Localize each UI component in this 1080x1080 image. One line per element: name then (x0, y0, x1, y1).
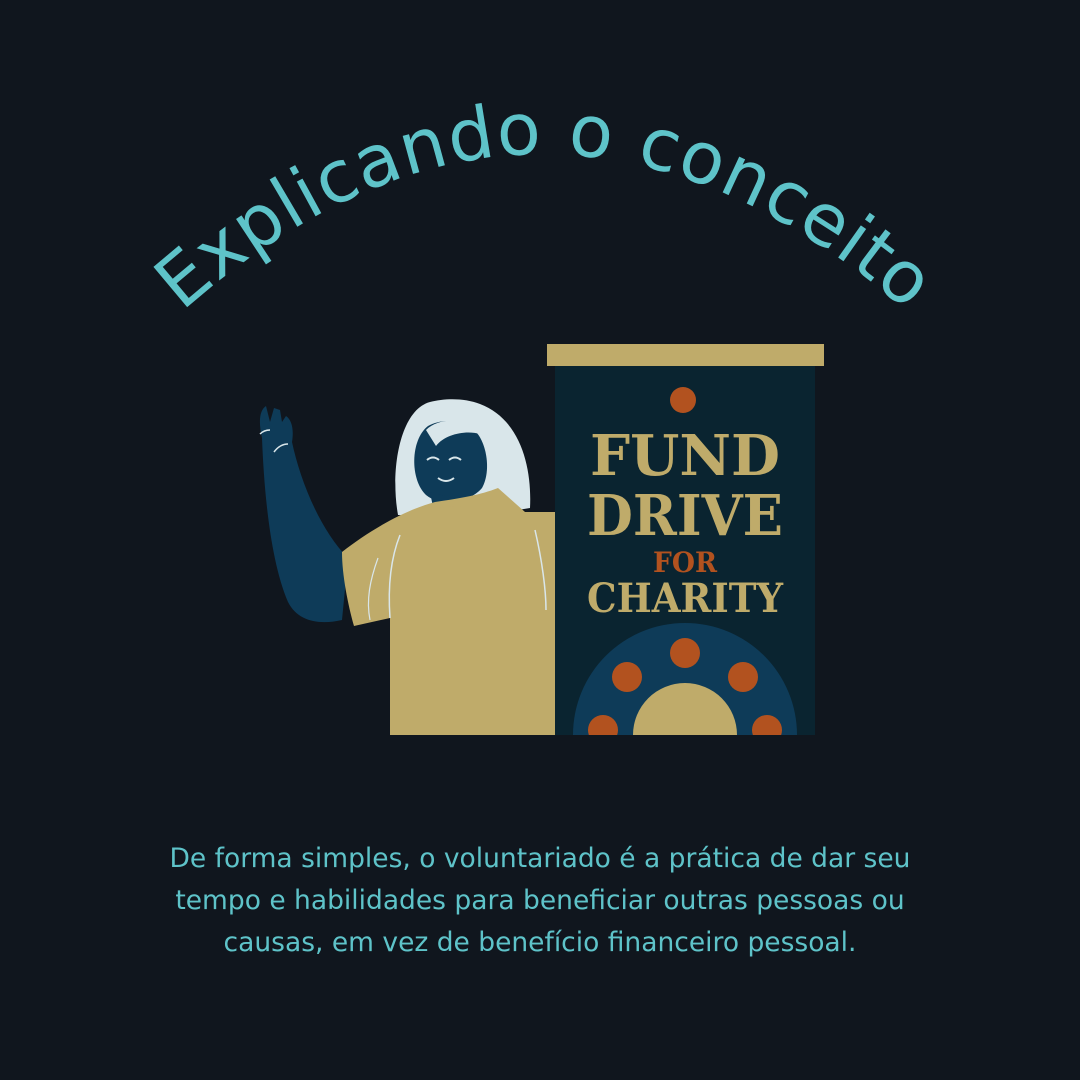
fund-drive-illustration: FUND DRIVE FOR CHARITY (259, 344, 824, 735)
banner-line-charity: CHARITY (587, 575, 783, 622)
banner-line-fund: FUND (590, 423, 780, 489)
shirt (342, 488, 555, 735)
description-line-2: tempo e habilidades para beneficiar outr… (175, 885, 905, 916)
description-paragraph: De forma simples, o voluntariado é a prá… (100, 838, 980, 964)
raised-arm (259, 406, 348, 623)
page-title-curve: Explicando o conceito (139, 86, 951, 324)
page-title: Explicando o conceito (139, 86, 950, 324)
banner-rod (547, 344, 824, 366)
banner-line-drive: DRIVE (587, 483, 783, 549)
title-arc: Explicando o conceito (139, 86, 951, 324)
description-line-3: causas, em vez de benefício financeiro p… (223, 927, 857, 958)
description-line-1: De forma simples, o voluntariado é a prá… (169, 843, 911, 874)
person-waving (259, 399, 555, 735)
banner-top-dot (670, 387, 696, 413)
